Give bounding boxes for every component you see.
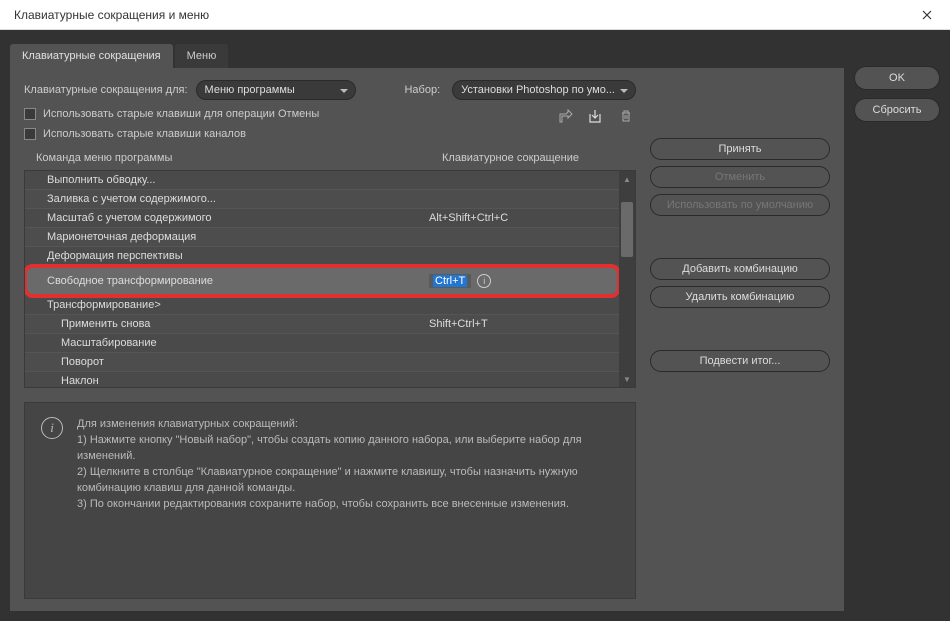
command-cell: Масштаб с учетом содержимого: [25, 212, 429, 224]
legacy-channel-label: Использовать старые клавиши каналов: [43, 128, 246, 140]
table-row[interactable]: Масштаб с учетом содержимогоAlt+Shift+Ct…: [25, 209, 619, 228]
scroll-thumb[interactable]: [621, 202, 633, 257]
scroll-down-icon[interactable]: ▼: [619, 371, 635, 387]
command-cell: Наклон: [25, 375, 429, 387]
table-row[interactable]: Поворот: [25, 353, 619, 372]
column-shortcut: Клавиатурное сокращение: [442, 152, 632, 164]
table-row[interactable]: Применить сноваShift+Ctrl+T: [25, 315, 619, 334]
command-cell: Масштабирование: [25, 337, 429, 349]
tab-menu[interactable]: Меню: [175, 44, 229, 68]
shortcut-cell[interactable]: Ctrl+T i: [429, 274, 619, 288]
window-title: Клавиатурные сокращения и меню: [14, 8, 904, 22]
delete-combo-button[interactable]: Удалить комбинацию: [650, 286, 830, 308]
tab-shortcuts[interactable]: Клавиатурные сокращения: [10, 44, 173, 68]
tabs: Клавиатурные сокращения Меню: [10, 40, 844, 68]
info-panel: i Для изменения клавиатурных сокращений:…: [24, 402, 636, 599]
delete-set-icon[interactable]: [616, 106, 636, 126]
set-label: Набор:: [404, 84, 440, 96]
ok-button[interactable]: OK: [854, 66, 940, 90]
shortcut-input[interactable]: Ctrl+T: [429, 274, 471, 288]
command-cell: Трансформирование>: [25, 299, 429, 311]
table-row[interactable]: Трансформирование>: [25, 296, 619, 315]
info-line2: 2) Щелкните в столбце "Клавиатурное сокр…: [77, 465, 619, 497]
info-icon: i: [41, 417, 63, 439]
shortcuts-for-select[interactable]: Меню программы: [196, 80, 356, 100]
accept-button[interactable]: Принять: [650, 138, 830, 160]
summarize-button[interactable]: Подвести итог...: [650, 350, 830, 372]
table-row[interactable]: Масштабирование: [25, 334, 619, 353]
command-cell: Поворот: [25, 356, 429, 368]
legacy-undo-label: Использовать старые клавиши для операции…: [43, 108, 319, 120]
reset-button[interactable]: Сбросить: [854, 98, 940, 122]
scroll-up-icon[interactable]: ▲: [619, 171, 635, 187]
shortcuts-table: Выполнить обводку... Заливка с учетом сод…: [24, 170, 636, 388]
shortcut-cell[interactable]: Alt+Shift+Ctrl+C: [429, 212, 619, 224]
table-row[interactable]: Выполнить обводку...: [25, 171, 619, 190]
legacy-channel-checkbox[interactable]: [24, 128, 36, 140]
command-cell: Деформация перспективы: [25, 250, 429, 262]
use-default-button[interactable]: Использовать по умолчанию: [650, 194, 830, 216]
command-cell: Марионеточная деформация: [25, 231, 429, 243]
info-line1: 1) Нажмите кнопку "Новый набор", чтобы с…: [77, 433, 619, 465]
undo-button[interactable]: Отменить: [650, 166, 830, 188]
shortcuts-for-label: Клавиатурные сокращения для:: [24, 84, 188, 96]
command-cell: Выполнить обводку...: [25, 174, 429, 186]
shortcut-info-icon[interactable]: i: [477, 274, 491, 288]
info-line3: 3) По окончании редактирования сохраните…: [77, 497, 619, 513]
table-row[interactable]: Заливка с учетом содержимого...: [25, 190, 619, 209]
table-row[interactable]: Наклон: [25, 372, 619, 387]
info-heading: Для изменения клавиатурных сокращений:: [77, 417, 619, 433]
command-cell: Свободное трансформирование: [25, 275, 429, 287]
close-button[interactable]: [904, 0, 950, 30]
table-row[interactable]: Свободное трансформированиеCtrl+T i: [25, 266, 619, 296]
table-row[interactable]: Деформация перспективы: [25, 247, 619, 266]
add-combo-button[interactable]: Добавить комбинацию: [650, 258, 830, 280]
titlebar: Клавиатурные сокращения и меню: [0, 0, 950, 30]
scrollbar[interactable]: ▲ ▼: [619, 171, 635, 387]
column-command: Команда меню программы: [28, 152, 442, 164]
table-row[interactable]: Марионеточная деформация: [25, 228, 619, 247]
set-select[interactable]: Установки Photoshop по умо...: [452, 80, 636, 100]
save-set-icon[interactable]: [586, 106, 606, 126]
new-set-icon[interactable]: [556, 106, 576, 126]
legacy-undo-checkbox[interactable]: [24, 108, 36, 120]
command-cell: Применить снова: [25, 318, 429, 330]
command-cell: Заливка с учетом содержимого...: [25, 193, 429, 205]
shortcut-cell[interactable]: Shift+Ctrl+T: [429, 318, 619, 330]
